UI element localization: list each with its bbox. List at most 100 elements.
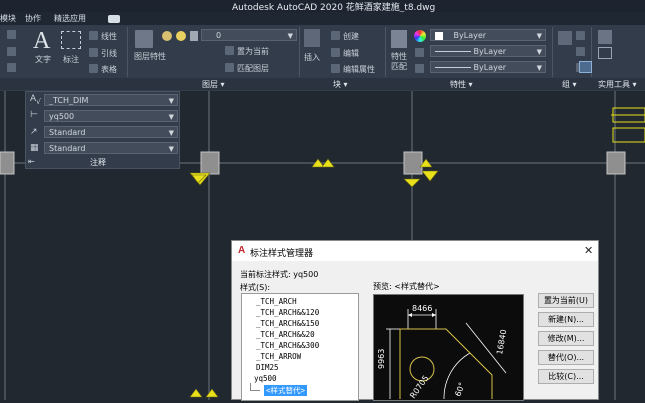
panel-label-group[interactable]: 组 ▾	[562, 79, 577, 90]
measure-icon[interactable]	[598, 30, 612, 44]
leader-style-value: Standard	[49, 128, 86, 137]
layer-combo[interactable]: 0 ▼	[201, 29, 297, 41]
edit-block-label[interactable]: 编辑	[343, 48, 359, 59]
match-properties-label[interactable]: 特性匹配	[391, 52, 409, 72]
edit-attributes-icon[interactable]	[331, 64, 340, 73]
pencil-icon[interactable]	[7, 30, 16, 39]
list-item-selected[interactable]: <样式替代>	[264, 385, 308, 396]
dimension-tool-label[interactable]: 标注	[63, 54, 79, 65]
close-icon[interactable]: ✕	[584, 244, 593, 257]
layer-properties-icon[interactable]	[135, 30, 153, 48]
tree-line	[250, 390, 260, 391]
group-edit-icon[interactable]	[576, 47, 585, 56]
create-block-icon[interactable]	[331, 31, 340, 40]
leader-icon[interactable]	[89, 48, 98, 57]
chevron-down-icon: ▼	[536, 64, 542, 72]
table-style-combo[interactable]: Standard ▼	[44, 142, 178, 154]
list-item[interactable]: DIM25	[256, 363, 279, 372]
column-block	[200, 151, 220, 175]
chevron-down-icon: ▼	[287, 32, 293, 40]
new-style-button[interactable]: 新建(N)...	[538, 312, 594, 327]
linetype-combo-value: ByLayer	[473, 63, 507, 72]
linetype-icon[interactable]	[415, 64, 424, 73]
text-style-icon: A√	[30, 94, 41, 106]
style-list[interactable]: _TCH_ARCH _TCH_ARCH&&120 _TCH_ARCH&&150 …	[241, 293, 359, 401]
linetype-combo[interactable]: ByLayer ▼	[430, 61, 546, 73]
modify-style-button[interactable]: 修改(M)...	[538, 331, 594, 346]
ungroup-icon[interactable]	[576, 31, 585, 40]
dimension-tool-icon[interactable]	[61, 31, 81, 49]
lock-icon[interactable]	[190, 31, 198, 41]
preview-label: 预览: <样式替代>	[373, 282, 440, 291]
list-item[interactable]: _TCH_ARCH&&20	[256, 330, 315, 339]
grid-icon[interactable]	[7, 63, 16, 72]
styles-label: 样式(S):	[240, 283, 271, 292]
pin-icon[interactable]: ⇤	[28, 157, 35, 166]
compare-style-button[interactable]: 比较(C)...	[538, 369, 594, 384]
layer-properties-label[interactable]: 图层特性	[134, 52, 166, 62]
color-wheel-icon[interactable]	[414, 30, 426, 42]
menu-item-featured-apps[interactable]: 精选应用	[54, 13, 86, 24]
lineweight-combo[interactable]: ByLayer ▼	[430, 45, 546, 57]
insert-icon[interactable]	[304, 29, 320, 47]
preview-drawing: 8466 9963 16840 R0705 60°	[377, 304, 508, 400]
style-preview: 8466 9963 16840 R0705 60°	[373, 294, 524, 401]
list-item[interactable]: _TCH_ARCH	[256, 297, 297, 306]
create-block-label[interactable]: 创建	[343, 31, 359, 42]
panel-label-properties[interactable]: 特性 ▾	[450, 79, 473, 90]
panel-label-block[interactable]: 块 ▾	[333, 79, 348, 90]
sun-icon[interactable]	[176, 31, 186, 41]
linear-label[interactable]: 线性	[101, 31, 117, 42]
calculator-icon[interactable]	[598, 47, 612, 59]
menu-item-collaborate[interactable]: 协作	[25, 13, 41, 24]
text-style-combo[interactable]: _TCH_DIM ▼	[44, 94, 178, 106]
linear-icon[interactable]	[89, 31, 98, 40]
text-tool-label[interactable]: 文字	[35, 54, 51, 65]
match-layer-icon[interactable]	[225, 63, 234, 72]
menu-item-modules[interactable]: 模块	[0, 13, 16, 24]
lineweight-icon[interactable]	[415, 48, 424, 57]
leader-style-icon: ↗	[30, 127, 38, 137]
list-item[interactable]: _TCH_ARCH&&300	[256, 341, 319, 350]
edit-attributes-label[interactable]: 编辑属性	[343, 64, 375, 75]
furniture-outline	[612, 127, 645, 143]
table-style-value: Standard	[49, 144, 86, 153]
text-style-value: _TCH_DIM	[49, 96, 89, 105]
panel-label-layers[interactable]: 图层 ▾	[202, 79, 225, 90]
layer-combo-value: 0	[216, 31, 222, 40]
annotation-panel-footer[interactable]: 注释	[90, 157, 106, 168]
select-icon[interactable]	[579, 61, 592, 73]
color-combo[interactable]: ByLayer ▼	[430, 29, 546, 41]
preview-arrow	[432, 313, 436, 317]
preview-dim-radius: R0705	[408, 374, 430, 400]
video-icon[interactable]	[108, 15, 120, 23]
lineweight-combo-value: ByLayer	[473, 47, 507, 56]
set-current-icon[interactable]	[225, 46, 234, 55]
lightbulb-icon[interactable]	[162, 31, 172, 41]
list-item[interactable]: yq500	[254, 374, 277, 383]
insert-label[interactable]: 插入	[304, 52, 320, 63]
dim-style-combo[interactable]: yq500 ▼	[44, 110, 178, 122]
table-label[interactable]: 表格	[101, 64, 117, 75]
preview-dim-right: 16840	[495, 329, 508, 356]
line-sample	[435, 67, 471, 68]
table-icon[interactable]	[89, 64, 98, 73]
panel-label-utilities[interactable]: 实用工具 ▾	[598, 79, 637, 90]
set-current-button[interactable]: 置为当前(U)	[538, 293, 594, 308]
copy-icon[interactable]	[7, 47, 16, 56]
column-block	[403, 151, 423, 175]
list-item[interactable]: _TCH_ARCH&&120	[256, 308, 319, 317]
list-item[interactable]: _TCH_ARROW	[256, 352, 301, 361]
edit-block-icon[interactable]	[331, 48, 340, 57]
leader-label[interactable]: 引线	[101, 48, 117, 59]
leader-style-combo[interactable]: Standard ▼	[44, 126, 178, 138]
override-style-button[interactable]: 替代(O)...	[538, 350, 594, 365]
match-properties-icon[interactable]	[391, 30, 407, 48]
set-current-label[interactable]: 置为当前	[237, 46, 269, 57]
dim-style-icon: ⊢	[30, 110, 38, 120]
list-item[interactable]: _TCH_ARCH&&150	[256, 319, 319, 328]
chevron-down-icon: ▼	[168, 129, 174, 137]
match-layer-label[interactable]: 匹配图层	[237, 63, 269, 74]
group-icon[interactable]	[558, 31, 572, 45]
text-tool-icon[interactable]: A	[33, 28, 50, 55]
